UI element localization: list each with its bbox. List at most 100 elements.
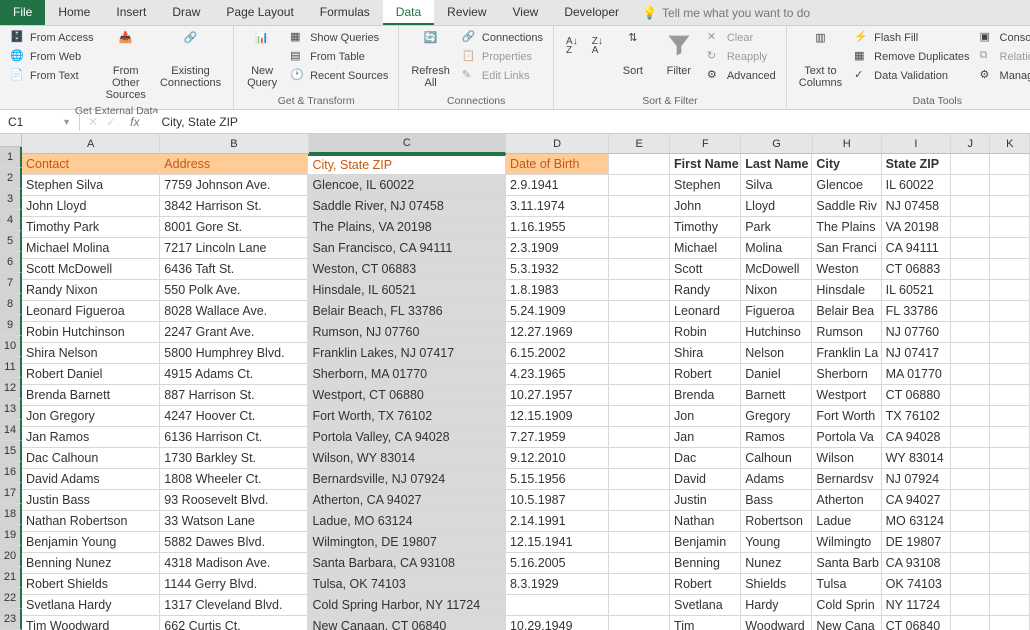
cell-A19[interactable]: Benjamin Young [22,532,160,553]
cell-J5[interactable] [951,238,991,259]
cell-G6[interactable]: McDowell [741,259,812,280]
cell-A21[interactable]: Robert Shields [22,574,160,595]
cell-H9[interactable]: Rumson [812,322,881,343]
cell-C16[interactable]: Bernardsville, NJ 07924 [308,469,506,490]
cell-J6[interactable] [951,259,991,280]
cell-J13[interactable] [951,406,991,427]
cell-D6[interactable]: 5.3.1932 [506,259,609,280]
from-text-button[interactable]: 📄From Text [8,67,96,85]
cell-K14[interactable] [990,427,1030,448]
cell-D23[interactable]: 10.29.1949 [506,616,609,630]
cancel-formula-icon[interactable]: ✕ [88,115,98,129]
cell-A3[interactable]: John Lloyd [22,196,160,217]
cell-C8[interactable]: Belair Beach, FL 33786 [308,301,506,322]
column-header-G[interactable]: G [741,134,812,154]
cell-H7[interactable]: Hinsdale [812,280,881,301]
relationships-button[interactable]: ⧉Relationships [978,48,1030,66]
cell-I7[interactable]: IL 60521 [882,280,951,301]
cell-D7[interactable]: 1.8.1983 [506,280,609,301]
cell-C13[interactable]: Fort Worth, TX 76102 [308,406,506,427]
cell-B19[interactable]: 5882 Dawes Blvd. [160,532,308,553]
cell-K9[interactable] [990,322,1030,343]
cell-D15[interactable]: 9.12.2010 [506,448,609,469]
cell-G2[interactable]: Silva [741,175,812,196]
column-header-A[interactable]: A [22,134,160,154]
cell-I21[interactable]: OK 74103 [882,574,951,595]
advanced-button[interactable]: ⚙Advanced [705,67,778,85]
cell-B10[interactable]: 5800 Humphrey Blvd. [160,343,308,364]
cell-F11[interactable]: Robert [670,364,741,385]
cell-J16[interactable] [951,469,991,490]
cell-H6[interactable]: Weston [812,259,881,280]
cell-C1[interactable]: City, State ZIP [308,154,506,175]
cell-J14[interactable] [951,427,991,448]
row-header-7[interactable]: 7 [0,273,22,294]
cell-J2[interactable] [951,175,991,196]
cell-D4[interactable]: 1.16.1955 [506,217,609,238]
cell-F7[interactable]: Randy [670,280,741,301]
clear-button[interactable]: ✕Clear [705,29,778,47]
cell-E18[interactable] [609,511,670,532]
cell-F17[interactable]: Justin [670,490,741,511]
row-header-21[interactable]: 21 [0,567,22,588]
refresh-all-button[interactable]: 🔄Refresh All [407,29,454,91]
cell-B5[interactable]: 7217 Lincoln Lane [160,238,308,259]
cell-B2[interactable]: 7759 Johnson Ave. [160,175,308,196]
cell-E23[interactable] [609,616,670,630]
row-header-17[interactable]: 17 [0,483,22,504]
cell-A9[interactable]: Robin Hutchinson [22,322,160,343]
cell-I4[interactable]: VA 20198 [882,217,951,238]
cell-A15[interactable]: Dac Calhoun [22,448,160,469]
cell-K17[interactable] [990,490,1030,511]
row-header-5[interactable]: 5 [0,231,22,252]
cell-A22[interactable]: Svetlana Hardy [22,595,160,616]
cell-G4[interactable]: Park [741,217,812,238]
cell-C5[interactable]: San Francisco, CA 94111 [308,238,506,259]
cell-E5[interactable] [609,238,670,259]
cell-G9[interactable]: Hutchinso [741,322,812,343]
column-header-I[interactable]: I [882,134,951,154]
cell-K20[interactable] [990,553,1030,574]
cell-E15[interactable] [609,448,670,469]
cell-G3[interactable]: Lloyd [741,196,812,217]
cell-K8[interactable] [990,301,1030,322]
cell-K1[interactable] [990,154,1030,175]
cell-B8[interactable]: 8028 Wallace Ave. [160,301,308,322]
cell-D13[interactable]: 12.15.1909 [506,406,609,427]
cell-A23[interactable]: Tim Woodward [22,616,160,630]
cell-D16[interactable]: 5.15.1956 [506,469,609,490]
cell-C3[interactable]: Saddle River, NJ 07458 [308,196,506,217]
cell-A18[interactable]: Nathan Robertson [22,511,160,532]
show-queries-button[interactable]: ▦Show Queries [288,29,390,47]
cell-H22[interactable]: Cold Sprin [812,595,881,616]
cell-E12[interactable] [609,385,670,406]
cell-F21[interactable]: Robert [670,574,741,595]
cell-B17[interactable]: 93 Roosevelt Blvd. [160,490,308,511]
tab-draw[interactable]: Draw [159,0,213,25]
cell-E21[interactable] [609,574,670,595]
from-access-button[interactable]: 🗄️From Access [8,29,96,47]
formula-input[interactable] [153,113,1030,131]
cell-J20[interactable] [951,553,991,574]
cell-F22[interactable]: Svetlana [670,595,741,616]
cell-G20[interactable]: Nunez [741,553,812,574]
cell-I14[interactable]: CA 94028 [882,427,951,448]
cell-K2[interactable] [990,175,1030,196]
cell-H23[interactable]: New Cana [812,616,881,630]
cell-K4[interactable] [990,217,1030,238]
consolidate-button[interactable]: ▣Consolidate [978,29,1030,47]
cell-D3[interactable]: 3.11.1974 [506,196,609,217]
cell-C12[interactable]: Westport, CT 06880 [308,385,506,406]
cell-J10[interactable] [951,343,991,364]
cell-I10[interactable]: NJ 07417 [882,343,951,364]
cell-I11[interactable]: MA 01770 [882,364,951,385]
cell-D8[interactable]: 5.24.1909 [506,301,609,322]
cell-G21[interactable]: Shields [741,574,812,595]
cell-E11[interactable] [609,364,670,385]
cell-J11[interactable] [951,364,991,385]
cell-F9[interactable]: Robin [670,322,741,343]
cell-J8[interactable] [951,301,991,322]
cell-B1[interactable]: Address [160,154,308,175]
cell-E3[interactable] [609,196,670,217]
cell-F19[interactable]: Benjamin [670,532,741,553]
